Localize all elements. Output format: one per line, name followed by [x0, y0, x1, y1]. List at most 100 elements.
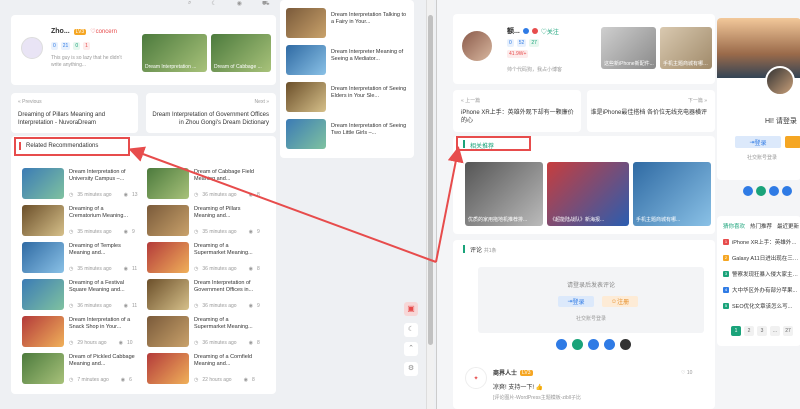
avatar[interactable]: [21, 37, 43, 59]
related-item[interactable]: Dream of Cabbage Field Meaning and... ◷ 3…: [145, 168, 265, 200]
r-big-thumb-3[interactable]: 手机主题商城有哪...: [633, 162, 711, 226]
related-thumb[interactable]: [22, 279, 64, 310]
comment-register-button[interactable]: ☺ 注册: [602, 296, 638, 307]
commenter-name[interactable]: 商界人士: [493, 368, 517, 377]
side-item-title[interactable]: Dream Interpretation of Seeing Two Littl…: [331, 123, 409, 137]
comment-login-button[interactable]: ⇥ 登录: [558, 296, 594, 307]
side-thumb[interactable]: [286, 82, 326, 112]
related-thumb[interactable]: [147, 353, 189, 384]
r-big-thumb-2[interactable]: 《超能陆战队》新海报...: [547, 162, 629, 226]
related-item-title[interactable]: Dreaming of a Supermarket Meaning...: [194, 317, 260, 331]
page-button[interactable]: 3: [757, 326, 767, 336]
related-thumb[interactable]: [147, 205, 189, 236]
related-item-title[interactable]: Dream Interpretation of University Campu…: [69, 169, 135, 183]
widget-list-item[interactable]: 4 大中华区外办有部分苹果...: [723, 286, 800, 294]
widget-list-item[interactable]: 2 Galaxy A11日进出现在三星...: [723, 254, 800, 262]
related-item[interactable]: Dreaming of Pillars Meaning and... ◷ 35 m…: [145, 205, 265, 237]
comment-image[interactable]: [评论图片-WordPress主题模板-zibll子比: [493, 394, 623, 401]
wechat-icon[interactable]: [572, 339, 583, 350]
side-item-title[interactable]: Dream Interpreter Meaning of Seeing a Me…: [331, 49, 409, 63]
scrollbar[interactable]: [426, 0, 434, 409]
scroll-top-icon[interactable]: ⌃: [404, 342, 418, 356]
comment-box[interactable]: 请登录后发表评论 ⇥ 登录 ☺ 注册 社交账号登录: [478, 267, 704, 333]
related-item[interactable]: Dream Interpretation of Government Offic…: [145, 279, 265, 311]
related-thumb[interactable]: [147, 168, 189, 199]
related-item[interactable]: Dreaming of a Festival Square Meaning an…: [20, 279, 140, 311]
right-next-link[interactable]: 下一篇 » 谁是iPhone最佳搭档 各价位无线充电器横评: [587, 90, 715, 132]
widget-list-item[interactable]: 1 iPhone XR上手：英雄外观...: [723, 238, 800, 246]
next-post-link[interactable]: Next » Dream Interpretation of Governmen…: [146, 93, 276, 133]
related-thumb[interactable]: [22, 353, 64, 384]
settings-icon[interactable]: ⚙: [404, 362, 418, 376]
page-button[interactable]: ...: [770, 326, 780, 336]
related-item[interactable]: Dreaming of a Supermarket Meaning... ◷ 36…: [145, 316, 265, 348]
author-thumb-2[interactable]: Dream of Cabbage ...: [211, 34, 271, 72]
related-thumb[interactable]: [147, 316, 189, 347]
page-button[interactable]: 1: [731, 326, 741, 336]
right-thumb-1[interactable]: 这些新iPhone新配件...: [601, 27, 656, 69]
side-list-item[interactable]: Dream Interpretation Talking to a Fairy …: [286, 8, 411, 40]
side-thumb[interactable]: [286, 45, 326, 75]
side-list-item[interactable]: Dream Interpretation of Seeing Two Littl…: [286, 119, 411, 151]
widget-item-title[interactable]: Galaxy A11日进出现在三星...: [732, 254, 800, 262]
side-list-item[interactable]: Dream Interpretation of Seeing Elders in…: [286, 82, 411, 114]
related-thumb[interactable]: [22, 168, 64, 199]
commenter-avatar[interactable]: ✦: [465, 367, 487, 389]
right-avatar[interactable]: [462, 31, 492, 61]
widget-item-title[interactable]: iPhone XR上手：英雄外观...: [732, 238, 800, 246]
tab-guess[interactable]: 猜你喜欢: [723, 222, 745, 230]
comment-likes[interactable]: ♡ 10: [681, 370, 692, 376]
avatar-icon[interactable]: ◉: [237, 0, 242, 7]
w-weibo-icon[interactable]: [769, 186, 779, 196]
tab-recent[interactable]: 最近更新: [777, 222, 799, 230]
related-thumb[interactable]: [22, 205, 64, 236]
related-item-title[interactable]: Dreaming of a Crematorium Meaning...: [69, 206, 135, 220]
related-item-title[interactable]: Dream of Cabbage Field Meaning and...: [194, 169, 260, 183]
related-item-title[interactable]: Dream Interpretation of Government Offic…: [194, 280, 260, 294]
alipay-icon[interactable]: [604, 339, 615, 350]
widget-register-button[interactable]: [785, 136, 800, 148]
tab-hot[interactable]: 热门推荐: [750, 222, 772, 230]
weibo-icon[interactable]: [588, 339, 599, 350]
related-item[interactable]: Dreaming of a Cornfield Meaning and... ◷…: [145, 353, 265, 385]
author-thumb-1[interactable]: Dream Interpretation ...: [142, 34, 207, 72]
side-thumb[interactable]: [286, 119, 326, 149]
widget-item-title[interactable]: SEO优化文章该怎么写...: [732, 302, 800, 310]
related-thumb[interactable]: [147, 242, 189, 273]
page-button[interactable]: 2: [744, 326, 754, 336]
related-item-title[interactable]: Dreaming of a Festival Square Meaning an…: [69, 280, 135, 294]
widget-item-title[interactable]: 警察发现狂暴入侵大家主题...: [732, 270, 800, 278]
related-item[interactable]: Dream Interpretation of University Campu…: [20, 168, 140, 200]
search-icon[interactable]: ⌕: [188, 0, 191, 6]
widget-login-button[interactable]: ⇥ 登录: [735, 136, 781, 148]
w-alipay-icon[interactable]: [782, 186, 792, 196]
related-thumb[interactable]: [22, 316, 64, 347]
concern-button[interactable]: ♡concern: [90, 28, 117, 35]
related-thumb[interactable]: [22, 242, 64, 273]
side-item-title[interactable]: Dream Interpretation of Seeing Elders in…: [331, 86, 409, 100]
side-item-title[interactable]: Dream Interpretation Talking to a Fairy …: [331, 12, 409, 26]
right-prev-link[interactable]: « 上一篇 iPhone XR上手：英雄外观下却有一颗廉价的心: [453, 90, 581, 132]
related-item-title[interactable]: Dreaming of Temples Meaning and...: [69, 243, 135, 257]
related-item-title[interactable]: Dreaming of a Supermarket Meaning...: [194, 243, 260, 257]
related-item[interactable]: Dreaming of a Crematorium Meaning... ◷ 35…: [20, 205, 140, 237]
related-item[interactable]: Dreaming of a Supermarket Meaning... ◷ 36…: [145, 242, 265, 274]
page-button[interactable]: 27: [783, 326, 793, 336]
related-item-title[interactable]: Dreaming of Pillars Meaning and...: [194, 206, 260, 220]
cart-icon[interactable]: ⛟: [262, 0, 270, 7]
related-item[interactable]: Dream Interpretation of a Snack Shop in …: [20, 316, 140, 348]
follow-button[interactable]: ♡关注: [541, 27, 559, 36]
widget-list-item[interactable]: 3 警察发现狂暴入侵大家主题...: [723, 270, 800, 278]
qq-icon[interactable]: [556, 339, 567, 350]
widget-list-item[interactable]: 5 SEO优化文章该怎么写...: [723, 302, 800, 310]
side-list-item[interactable]: Dream Interpreter Meaning of Seeing a Me…: [286, 45, 411, 77]
related-thumb[interactable]: [147, 279, 189, 310]
author-name[interactable]: Zho...: [51, 28, 70, 35]
r-big-thumb-1[interactable]: 优质的家用拖地机推荐排...: [465, 162, 543, 226]
related-item[interactable]: Dreaming of Temples Meaning and... ◷ 35 m…: [20, 242, 140, 274]
scrollbar-thumb[interactable]: [428, 15, 433, 345]
related-item-title[interactable]: Dreaming of a Cornfield Meaning and...: [194, 354, 260, 368]
widget-item-title[interactable]: 大中华区外办有部分苹果...: [732, 286, 800, 294]
w-wechat-icon[interactable]: [756, 186, 766, 196]
github-icon[interactable]: [620, 339, 631, 350]
